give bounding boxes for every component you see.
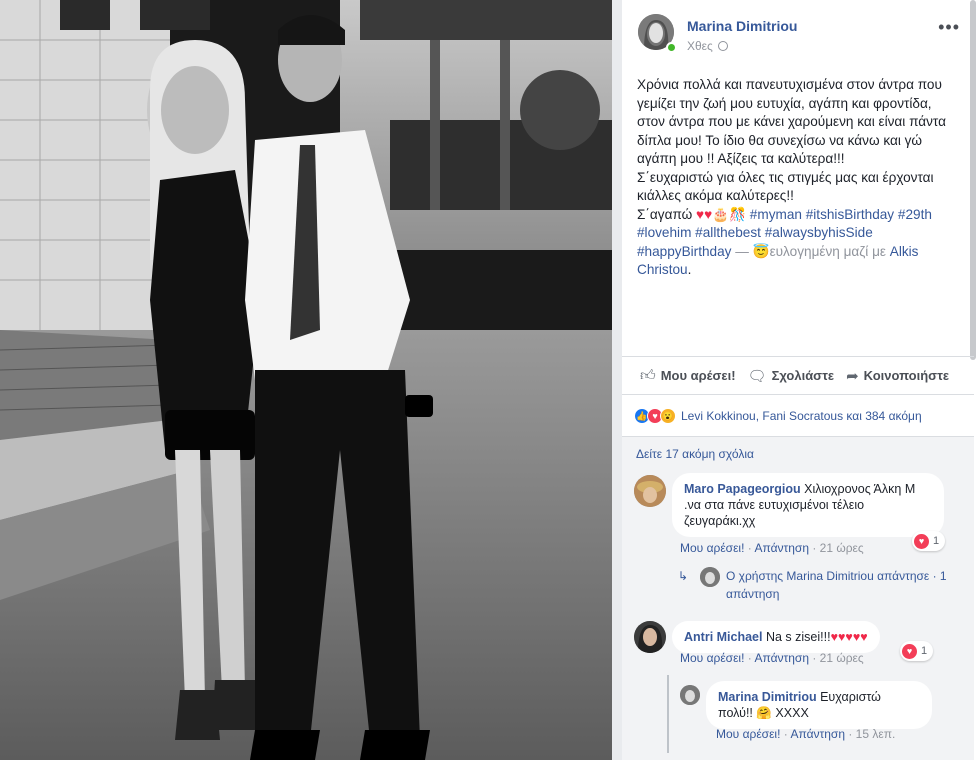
comment-icon: 🗨︎ (747, 367, 767, 385)
comment-like-count[interactable]: ♥ 1 (912, 531, 946, 551)
post-line: στον άντρα που με κάνει χαρούμενη και εί… (637, 114, 946, 129)
tagged-person-link[interactable]: Alkis (890, 244, 919, 259)
like-label: Μου αρέσει! (660, 368, 736, 383)
post-line: γεμίζει την ζωή μου ευτυχία, αγάπη και φ… (637, 95, 932, 111)
commenter-avatar[interactable] (634, 475, 666, 507)
feeling-emoji: 😇 (752, 243, 770, 259)
heart-emojis: ♥♥🎂🎊 (696, 206, 747, 222)
reactions-summary[interactable]: Levi Kokkinou, Fani Socratous και 384 ακ… (681, 409, 922, 423)
reply-like-link[interactable]: Μου αρέσει! (716, 727, 780, 741)
post-time[interactable]: Χθες (687, 39, 728, 53)
post-line: Χρόνια πολλά και πανευτυχισμένα στον άντ… (637, 77, 942, 92)
comment-bubble: Maro Papageorgiou Χιλιοχρονος Άλκη Μ .να… (672, 473, 944, 537)
love-reaction-icon: ♥ (902, 643, 917, 659)
comment-like-count[interactable]: ♥ 1 (900, 641, 934, 661)
commenter-name[interactable]: Maro Papageorgiou (684, 482, 801, 496)
globe-icon (717, 41, 728, 51)
post-time-label[interactable]: Χθες (687, 39, 713, 53)
hug-emoji: 🤗 (756, 706, 772, 720)
post-line: δίπλα μου! Το ίδιο θα συνεχίσω να κάνω κ… (637, 132, 923, 148)
comment-text: ζευγαράκι.χχ (684, 514, 756, 528)
post-line-with-tag: #happyBirthday — 😇ευλογημένη μαζί με Alk… (637, 243, 967, 262)
comment-reply-link[interactable]: Απάντηση (754, 651, 809, 665)
feeling-text: ευλογημένη μαζί με (769, 243, 890, 259)
post-header: Marina Dimitriou Χθες ••• (638, 12, 968, 56)
comment-bubble: Antri Michael Na s zisei!!!♥♥♥♥♥ (672, 621, 880, 653)
comment-label: Σχολιάστε (771, 368, 835, 383)
reply-time[interactable]: 15 λεπ. (856, 727, 896, 741)
reply-avatar (700, 567, 720, 587)
post-text: Χρόνια πολλά και πανευτυχισμένα στον άντ… (637, 76, 967, 280)
heart-emojis: ♥♥♥♥♥ (830, 630, 868, 644)
view-more-comments-link[interactable]: Δείτε 17 ακόμη σχόλια (636, 447, 754, 461)
comment-meta: Μου αρέσει! · Απάντηση · 21 ώρες (680, 651, 864, 665)
avatar-image (700, 567, 720, 587)
period: . (687, 262, 692, 277)
like-button[interactable]: 👍︎ Μου αρέσει! (640, 367, 736, 385)
post-panel: Marina Dimitriou Χθες ••• Χρόνια πολλά κ… (622, 0, 978, 760)
comment-time[interactable]: 21 ώρες (820, 651, 864, 665)
more-options-icon[interactable]: ••• (938, 18, 960, 36)
thumbs-up-icon: 👍︎ (640, 366, 656, 384)
dash: — (731, 243, 753, 259)
post-line-last: Christou. (637, 261, 967, 280)
facebook-photo-viewer: Marina Dimitriou Χθες ••• Χρόνια πολλά κ… (0, 0, 978, 760)
share-icon: ➦ (846, 367, 859, 385)
avatar-image (634, 475, 666, 507)
comment-text: Χιλιοχρονος Άλκη Μ (800, 482, 916, 496)
post-author[interactable]: Marina Dimitriou (687, 18, 797, 34)
hashtag-links[interactable]: #lovehim #allthebest #alwaysbyhisSide (637, 224, 967, 243)
post-line-hashtags: Σ΄αγαπώ ♥♥🎂🎊 #myman #itshisBirthday #29t… (637, 206, 967, 225)
comment-like-link[interactable]: Μου αρέσει! (680, 651, 744, 665)
comment-like-link[interactable]: Μου αρέσει! (680, 541, 744, 555)
hashtag-link[interactable]: #happyBirthday (637, 244, 731, 259)
photo-illustration (0, 0, 612, 760)
replies-summary: απάντηση (726, 587, 780, 601)
reply-text: ΧΧΧΧ (771, 706, 809, 720)
comment-text: .να στα πάνε ευτυχισμένοι τέλειο (684, 498, 865, 512)
share-label: Κοινοποιήστε (863, 368, 950, 383)
online-status-icon (666, 42, 677, 53)
like-count: 1 (921, 645, 928, 657)
like-count: 1 (933, 535, 940, 547)
commenter-avatar[interactable] (634, 621, 666, 653)
reply-reply-link[interactable]: Απάντηση (790, 727, 845, 741)
post-actions: 👍︎ Μου αρέσει! 🗨︎ Σχολιάστε ➦ Κοινοποιήστε (622, 356, 974, 394)
comment-text: Na s zisei!!! (762, 630, 831, 644)
post-line: Σ΄ευχαριστώ για όλες τις στιγμές μας και… (637, 169, 934, 185)
view-replies-link[interactable]: Ο χρήστης Marina Dimitriou απάντησε · 1 … (726, 567, 962, 603)
post-line-prefix: Σ΄αγαπώ (637, 206, 697, 222)
avatar-image (634, 621, 666, 653)
reactions-bar[interactable]: 👍 ♥ 😮 Levi Kokkinou, Fani Socratous και … (622, 394, 974, 436)
post-photo[interactable] (0, 0, 612, 760)
tagged-person-link[interactable]: Christou (637, 262, 688, 277)
panel-divider (612, 0, 622, 760)
post-line: κιάλλες ακόμα καλύτερες!! (637, 188, 794, 203)
comment-button[interactable]: 🗨︎ Σχολιάστε (748, 367, 835, 385)
post-line: αγάπη μου !! Αξίζεις τα καλύτερα!!! (637, 151, 845, 166)
avatar-image (680, 685, 700, 705)
reply-arrow-icon: ↳ (678, 569, 689, 583)
reply-text: πολύ!! (718, 706, 757, 720)
comment-time[interactable]: 21 ώρες (820, 541, 864, 555)
replier-name[interactable]: Marina Dimitriou (718, 690, 817, 704)
love-reaction-icon: ♥ (914, 533, 929, 549)
comment-meta: Μου αρέσει! · Απάντηση · 21 ώρες (680, 541, 864, 555)
replies-summary: Ο χρήστης Marina Dimitriou απάντησε · 1 (726, 569, 947, 583)
comments-section: Δείτε 17 ακόμη σχόλια Maro Papageorgiou … (622, 436, 974, 760)
reply-text: Ευχαριστώ (816, 690, 881, 704)
reply-thread-line (667, 675, 669, 753)
commenter-name[interactable]: Antri Michael (684, 630, 763, 644)
hashtag-links[interactable]: #myman #itshisBirthday #29th (746, 207, 932, 222)
replier-avatar[interactable] (680, 685, 700, 705)
share-button[interactable]: ➦ Κοινοποιήστε (846, 367, 949, 385)
comment-reply-link[interactable]: Απάντηση (754, 541, 809, 555)
reply-bubble: Marina Dimitriou Ευχαριστώ πολύ!! 🤗 ΧΧΧΧ (706, 681, 932, 729)
scrollbar[interactable] (970, 0, 976, 360)
reply-meta: Μου αρέσει! · Απάντηση · 15 λεπ. (716, 727, 896, 741)
wow-reaction-icon: 😮 (660, 407, 676, 424)
